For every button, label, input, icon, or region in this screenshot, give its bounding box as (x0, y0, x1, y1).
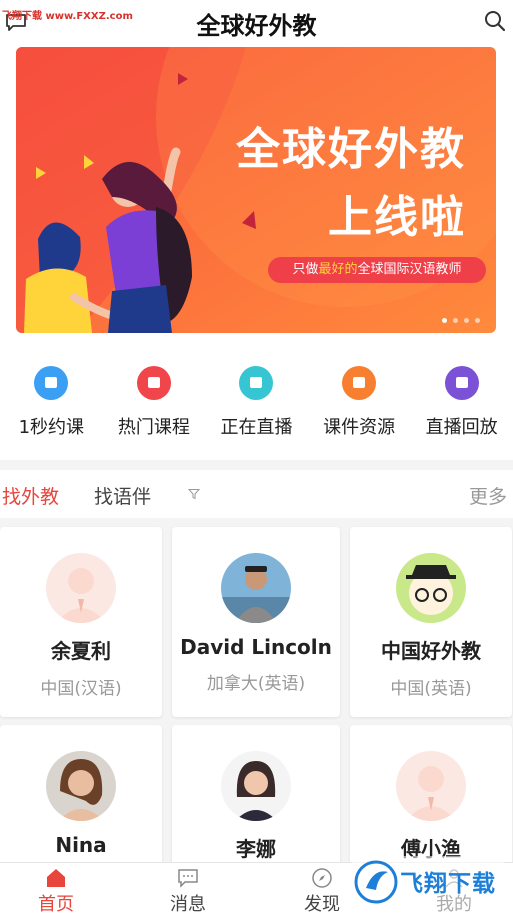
default-avatar (46, 553, 116, 623)
top-bar: 飞翔下载 www.FXXZ.com 全球好外教 (0, 0, 513, 44)
banner-tagline: 只做最好的全球国际汉语教师 (268, 257, 486, 283)
watermark-logo-icon (354, 860, 398, 904)
teacher-country-language: 加拿大(英语) (206, 674, 306, 694)
quick-item-live[interactable]: 正在直播 (205, 360, 308, 450)
default-avatar (396, 751, 466, 821)
teacher-name: Nina (55, 833, 107, 857)
photo-avatar (46, 751, 116, 821)
resource-icon (342, 366, 377, 400)
carousel-indicator[interactable] (442, 318, 480, 323)
nav-label: 首页 (38, 894, 74, 915)
teacher-country-language: 中国(英语) (390, 679, 472, 699)
cartoon-avatar (396, 553, 466, 623)
teacher-name: 李娜 (236, 837, 276, 861)
teacher-grid: 余夏利 中国(汉语) David Lincoln 加拿大(英语) 中国好外教 中… (0, 518, 513, 915)
watermark-text: 飞翔下载 (400, 871, 496, 897)
section-divider (0, 460, 513, 470)
teacher-name: 中国好外教 (381, 639, 481, 663)
nav-label: 消息 (170, 894, 206, 915)
teacher-card[interactable]: David Lincoln 加拿大(英语) (172, 527, 340, 717)
tagline-prefix: 只做 (292, 262, 319, 277)
quick-menu: 1秒约课 热门课程 正在直播 课件资源 直播回放 (0, 360, 513, 450)
quick-item-book-class[interactable]: 1秒约课 (0, 360, 103, 450)
photo-avatar (221, 553, 291, 623)
more-link[interactable]: 更多 (469, 482, 507, 509)
watermark-logo: 飞翔下载 (352, 856, 504, 912)
teacher-country-language: 中国(汉语) (40, 679, 122, 699)
banner-title-line2: 上线啦 (328, 192, 466, 243)
quick-item-label: 直播回放 (425, 417, 498, 438)
calendar-icon (34, 366, 69, 400)
carousel-dot[interactable] (475, 318, 480, 323)
tagline-suffix: 全球国际汉语教师 (357, 262, 462, 277)
page-title: 全球好外教 (196, 12, 317, 40)
tab-find-foreign-teacher[interactable]: 找外教 (2, 482, 59, 509)
teacher-card[interactable]: 中国好外教 中国(英语) (350, 527, 512, 717)
nav-messages[interactable]: 消息 (138, 863, 238, 916)
quick-item-label: 课件资源 (323, 417, 396, 438)
tagline-highlight: 最好的 (318, 262, 358, 277)
search-icon[interactable] (483, 9, 507, 33)
teacher-name: 余夏利 (51, 639, 111, 663)
live-icon (239, 366, 274, 400)
teacher-card[interactable]: 余夏利 中国(汉语) (0, 527, 162, 717)
carousel-dot[interactable] (453, 318, 458, 323)
promo-banner[interactable]: 全球好外教 上线啦 只做最好的全球国际汉语教师 (16, 47, 496, 333)
teacher-tabs: 找外教 找语伴 更多 (0, 470, 513, 518)
compass-icon (312, 868, 332, 888)
quick-item-resources[interactable]: 课件资源 (308, 360, 411, 450)
nav-home[interactable]: 首页 (6, 863, 106, 916)
teacher-name: David Lincoln (180, 635, 332, 659)
quick-item-hot-courses[interactable]: 热门课程 (103, 360, 206, 450)
home-icon (47, 869, 65, 887)
carousel-dot[interactable] (442, 318, 447, 323)
carousel-dot[interactable] (464, 318, 469, 323)
quick-item-label: 热门课程 (117, 417, 190, 438)
course-icon (136, 366, 171, 400)
filter-icon[interactable] (188, 488, 200, 500)
photo-avatar (221, 751, 291, 821)
quick-item-label: 正在直播 (220, 417, 293, 438)
quick-item-label: 1秒约课 (18, 417, 85, 438)
quick-item-replay[interactable]: 直播回放 (410, 360, 513, 450)
banner-title-line1: 全球好外教 (236, 124, 466, 175)
chat-icon (178, 869, 198, 888)
tab-find-language-partner[interactable]: 找语伴 (94, 482, 151, 509)
replay-icon (444, 366, 479, 400)
